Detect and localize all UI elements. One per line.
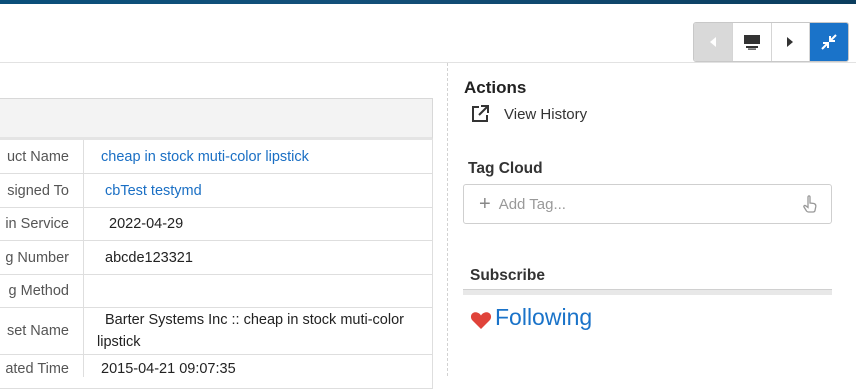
collapse-button[interactable]: [810, 23, 848, 61]
panel-divider: [447, 63, 448, 376]
number-value: abcde123321: [105, 249, 193, 266]
next-button[interactable]: [771, 23, 811, 61]
subscribe-title: Subscribe: [470, 267, 545, 284]
heart-icon: [470, 311, 492, 329]
row-label: g Method: [0, 275, 84, 307]
chevron-right-icon: [787, 37, 794, 47]
add-tag-placeholder: Add Tag...: [498, 195, 566, 213]
table-row: g Method: [0, 275, 433, 308]
view-history-label: View History: [504, 105, 588, 123]
created-time-value: 2015-04-21 09:07:35: [101, 361, 236, 377]
following-toggle[interactable]: Following: [470, 304, 592, 331]
record-toolbar: [693, 22, 849, 62]
method-value: [84, 275, 432, 307]
row-label: in Service: [0, 208, 84, 240]
table-row: g Number abcde123321: [0, 241, 433, 275]
display-button[interactable]: [732, 23, 772, 61]
top-accent-bar: [0, 0, 856, 4]
asset-name-value: Barter Systems Inc :: cheap in stock mut…: [97, 312, 404, 350]
hand-pointer-icon: [803, 195, 817, 213]
details-table: uct Name cheap in stock muti-color lipst…: [0, 98, 433, 389]
table-row: in Service 2022-04-29: [0, 208, 433, 241]
collapse-arrows-icon: [821, 34, 837, 50]
view-history-link[interactable]: View History: [470, 104, 587, 124]
plus-icon: +: [479, 193, 491, 215]
table-row: signed To cbTest testymd: [0, 174, 433, 208]
previous-button[interactable]: [694, 23, 733, 61]
product-name-link[interactable]: cheap in stock muti-color lipstick: [84, 140, 432, 173]
in-service-value: 2022-04-29: [109, 216, 184, 232]
assigned-to-link[interactable]: cbTest testymd: [84, 174, 432, 207]
add-tag-input[interactable]: + Add Tag...: [463, 184, 832, 224]
following-label: Following: [495, 304, 593, 330]
table-row: uct Name cheap in stock muti-color lipst…: [0, 140, 433, 174]
row-label: uct Name: [0, 140, 84, 173]
subscribe-divider: [463, 289, 832, 295]
chevron-left-icon: [709, 37, 716, 47]
table-row: set Name Barter Systems Inc :: cheap in …: [0, 308, 433, 355]
monitor-icon: [743, 35, 760, 50]
table-row: ated Time 2015-04-21 09:07:35: [0, 355, 433, 389]
tag-cloud-title: Tag Cloud: [468, 160, 543, 177]
external-link-icon: [472, 105, 489, 122]
row-label: ated Time: [0, 355, 84, 377]
details-table-header: [0, 98, 433, 140]
row-label: signed To: [0, 174, 84, 207]
row-label: set Name: [0, 308, 84, 354]
row-label: g Number: [0, 241, 84, 274]
actions-title: Actions: [464, 78, 527, 97]
header-divider: [0, 62, 856, 63]
